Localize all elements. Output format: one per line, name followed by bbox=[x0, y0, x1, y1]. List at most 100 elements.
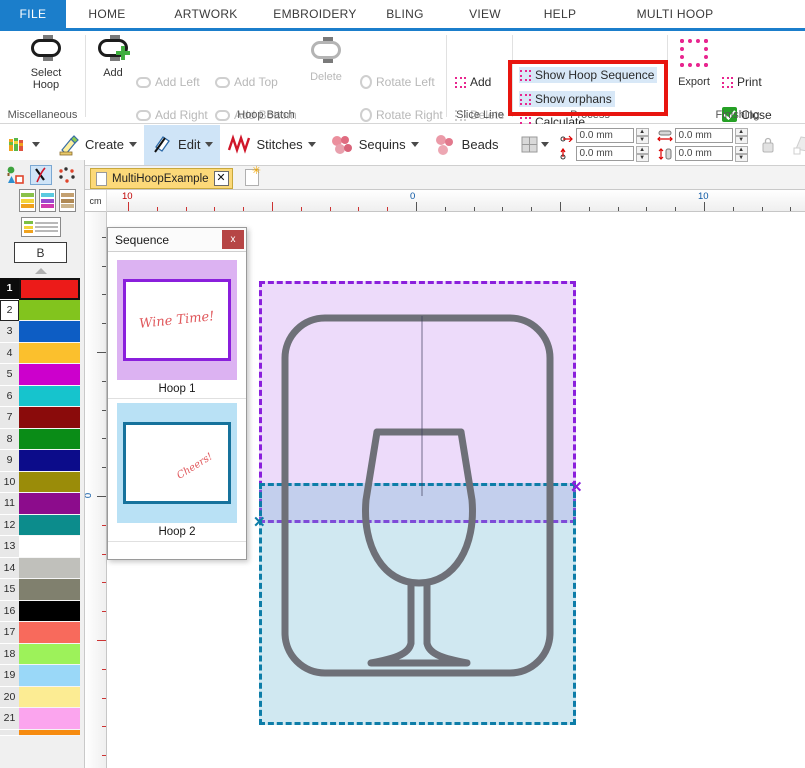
tab-file[interactable]: FILE bbox=[0, 0, 66, 28]
color-row[interactable]: 9 bbox=[0, 450, 80, 472]
show-orphans-button[interactable]: Show orphans bbox=[519, 91, 615, 107]
grid-snap-button[interactable] bbox=[514, 125, 556, 165]
tool-edit[interactable]: Edit bbox=[144, 124, 221, 165]
thread-list-button[interactable] bbox=[21, 217, 61, 237]
sequence-panel[interactable]: Sequence x Wine Time! Hoop 1 Cheers! Hoop 2 bbox=[107, 227, 247, 560]
sequence-item[interactable]: Cheers! Hoop 2 bbox=[108, 399, 246, 542]
color-swatch[interactable] bbox=[19, 729, 80, 736]
color-row[interactable]: 20 bbox=[0, 686, 80, 708]
tool-create[interactable]: Create bbox=[51, 125, 144, 165]
shear-tool-button[interactable] bbox=[786, 125, 805, 165]
color-row[interactable]: 4 bbox=[0, 342, 80, 364]
color-swatch[interactable] bbox=[19, 364, 80, 386]
tab-bling[interactable]: BLING bbox=[375, 0, 435, 28]
lock-aspect-button[interactable] bbox=[754, 125, 782, 165]
print-button[interactable]: Print bbox=[722, 75, 762, 89]
spin-up[interactable]: ▲ bbox=[734, 145, 748, 154]
spin-down[interactable]: ▼ bbox=[734, 135, 748, 144]
color-row[interactable] bbox=[0, 729, 80, 736]
color-swatch[interactable] bbox=[19, 600, 80, 622]
color-swatch[interactable] bbox=[19, 278, 80, 300]
sequence-item[interactable]: Wine Time! Hoop 1 bbox=[108, 256, 246, 399]
rotate-left-button[interactable]: Rotate Left bbox=[360, 75, 435, 89]
color-row[interactable]: 11 bbox=[0, 493, 80, 515]
width-spinner[interactable]: ▲ ▼ bbox=[734, 127, 748, 144]
color-row[interactable]: 19 bbox=[0, 665, 80, 687]
sequence-thumbnail[interactable]: Cheers! bbox=[117, 403, 237, 523]
color-swatch[interactable] bbox=[19, 299, 80, 321]
color-swatch[interactable] bbox=[19, 321, 80, 343]
add-top-button[interactable]: Add Top bbox=[215, 75, 278, 89]
spin-down[interactable]: ▼ bbox=[734, 153, 748, 162]
color-swatch[interactable] bbox=[19, 407, 80, 429]
color-swatch[interactable] bbox=[19, 428, 80, 450]
color-row[interactable]: 10 bbox=[0, 471, 80, 493]
new-document-button[interactable] bbox=[245, 164, 261, 186]
tab-artwork[interactable]: ARTWORK bbox=[166, 0, 246, 28]
vertical-ruler[interactable]: 0 bbox=[85, 212, 107, 768]
tab-view[interactable]: VIEW bbox=[455, 0, 515, 28]
height-input[interactable]: 0.0 mm bbox=[674, 146, 733, 161]
chevron-down-icon[interactable] bbox=[32, 142, 40, 147]
color-swatch[interactable] bbox=[19, 493, 80, 515]
color-swatch[interactable] bbox=[19, 342, 80, 364]
bold-toggle-button[interactable]: B bbox=[14, 242, 67, 263]
width-input[interactable]: 0.0 mm bbox=[674, 128, 733, 143]
close-icon[interactable]: ✕ bbox=[213, 171, 229, 186]
color-row[interactable]: 15 bbox=[0, 579, 80, 601]
height-spinner[interactable]: ▲ ▼ bbox=[734, 145, 748, 162]
color-swatch[interactable] bbox=[19, 708, 80, 730]
x-position-stepper[interactable]: 0.0 mm ▲ ▼ bbox=[560, 127, 649, 144]
color-swatch[interactable] bbox=[19, 450, 80, 472]
color-row[interactable]: 21 bbox=[0, 708, 80, 730]
chevron-down-icon[interactable] bbox=[307, 142, 316, 147]
chevron-down-icon[interactable] bbox=[129, 142, 138, 147]
color-swatch[interactable] bbox=[19, 385, 80, 407]
chevron-down-icon[interactable] bbox=[540, 142, 549, 147]
add-left-button[interactable]: Add Left bbox=[136, 75, 200, 89]
slice-add-button[interactable]: Add bbox=[455, 75, 491, 89]
horizontal-ruler[interactable]: 10 0 10 bbox=[85, 190, 805, 212]
tab-home[interactable]: HOME bbox=[72, 0, 142, 28]
color-row[interactable]: 16 bbox=[0, 600, 80, 622]
color-row[interactable]: 1 bbox=[0, 278, 80, 300]
color-swatch[interactable] bbox=[19, 557, 80, 579]
chevron-down-icon[interactable] bbox=[205, 142, 214, 147]
export-button[interactable]: Export bbox=[672, 39, 716, 88]
palette-chip-2[interactable] bbox=[39, 189, 56, 212]
x-position-input[interactable]: 0.0 mm bbox=[575, 128, 634, 143]
show-hoop-sequence-button[interactable]: Show Hoop Sequence bbox=[519, 67, 658, 83]
tab-help[interactable]: HELP bbox=[530, 0, 590, 28]
delete-hoop-button[interactable]: Delete bbox=[305, 37, 347, 83]
select-hoop-button[interactable]: Select Hoop bbox=[16, 35, 76, 91]
palette-chip-3[interactable] bbox=[59, 189, 76, 212]
chevron-down-icon[interactable] bbox=[410, 142, 419, 147]
tool-beads[interactable]: Beads bbox=[426, 125, 506, 165]
color-row[interactable]: 13 bbox=[0, 536, 80, 558]
color-row[interactable]: 18 bbox=[0, 643, 80, 665]
scroll-up-arrow[interactable] bbox=[35, 268, 47, 274]
color-swatch[interactable] bbox=[19, 536, 80, 558]
spin-up[interactable]: ▲ bbox=[734, 127, 748, 136]
y-position-spinner[interactable]: ▲ ▼ bbox=[635, 145, 649, 162]
sequence-thumbnail[interactable]: Wine Time! bbox=[117, 260, 237, 380]
tool-stitches[interactable]: Stitches bbox=[220, 125, 322, 165]
color-swatch[interactable] bbox=[19, 622, 80, 644]
color-row[interactable]: 17 bbox=[0, 622, 80, 644]
document-tab[interactable]: MultiHoopExample ✕ bbox=[90, 168, 233, 189]
spin-up[interactable]: ▲ bbox=[635, 145, 649, 154]
y-position-stepper[interactable]: 0.0 mm ▲ ▼ bbox=[560, 145, 649, 162]
color-row[interactable]: 8 bbox=[0, 428, 80, 450]
color-swatch[interactable] bbox=[19, 686, 80, 708]
color-swatch[interactable] bbox=[19, 579, 80, 601]
spin-down[interactable]: ▼ bbox=[635, 135, 649, 144]
color-swatch[interactable] bbox=[19, 665, 80, 687]
color-row[interactable]: 12 bbox=[0, 514, 80, 536]
color-row[interactable]: 14 bbox=[0, 557, 80, 579]
color-row[interactable]: 3 bbox=[0, 321, 80, 343]
color-swatch[interactable] bbox=[19, 643, 80, 665]
height-stepper[interactable]: 0.0 mm ▲ ▼ bbox=[657, 145, 748, 162]
close-icon[interactable]: x bbox=[222, 230, 244, 249]
color-row[interactable]: 6 bbox=[0, 385, 80, 407]
palette-picker-button[interactable] bbox=[0, 125, 47, 165]
